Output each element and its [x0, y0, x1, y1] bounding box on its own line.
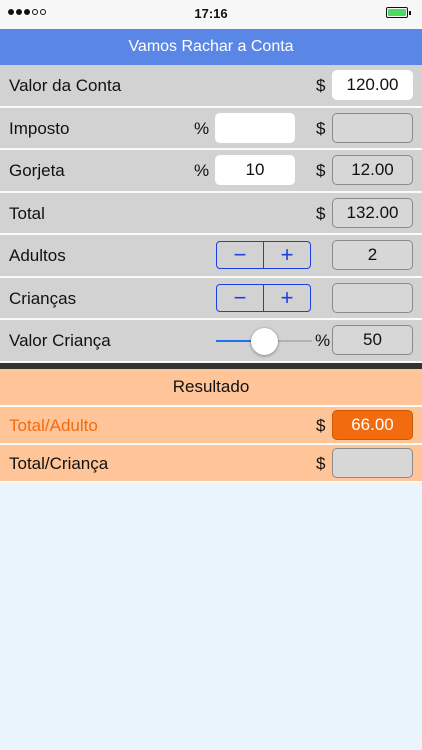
row-imposto: Imposto % $	[0, 107, 422, 150]
row-valor-crianca: Valor Criança % 50	[0, 320, 422, 363]
total-adulto-value-field: 66.00	[332, 409, 413, 440]
adultos-count-field: 2	[332, 240, 413, 270]
currency-symbol: $	[316, 453, 326, 473]
row-valor-conta: Valor da Conta $ 120.00	[0, 65, 422, 108]
criancas-stepper[interactable]: − +	[216, 283, 311, 312]
imposto-value-field	[332, 112, 413, 143]
row-total-crianca: Total/Criança $	[0, 444, 422, 483]
row-adultos: Adultos − + 2	[0, 235, 422, 278]
currency-symbol: $	[316, 203, 326, 223]
gorjeta-label: Gorjeta	[9, 161, 65, 180]
valor-conta-label: Valor da Conta	[9, 76, 122, 95]
criancas-increment-button[interactable]: +	[263, 284, 310, 311]
adultos-increment-button[interactable]: +	[263, 242, 310, 268]
battery-icon	[386, 7, 411, 18]
slider-thumb[interactable]	[250, 328, 278, 355]
row-criancas: Crianças − +	[0, 277, 422, 320]
row-total-adulto: Total/Adulto $ 66.00	[0, 406, 422, 445]
adultos-label: Adultos	[9, 246, 66, 265]
valor-crianca-slider[interactable]	[216, 328, 312, 355]
row-gorjeta: Gorjeta % 10 $ 12.00	[0, 150, 422, 193]
currency-symbol: $	[316, 415, 326, 435]
criancas-label: Crianças	[9, 288, 77, 308]
row-total: Total $ 132.00	[0, 192, 422, 235]
total-label: Total	[9, 203, 45, 223]
currency-symbol: $	[316, 76, 326, 95]
total-crianca-label: Total/Criança	[9, 453, 109, 473]
adultos-decrement-button[interactable]: −	[217, 242, 263, 268]
gorjeta-value-field: 12.00	[332, 155, 413, 185]
percent-symbol: %	[194, 118, 210, 138]
imposto-label: Imposto	[9, 118, 70, 138]
status-bar: 17:16	[0, 0, 422, 29]
valor-crianca-percent-field: 50	[332, 325, 413, 355]
criancas-count-field	[332, 282, 413, 313]
currency-symbol: $	[316, 118, 326, 138]
criancas-decrement-button[interactable]: −	[217, 285, 263, 311]
currency-symbol: $	[316, 161, 326, 180]
status-time: 17:16	[194, 6, 228, 21]
resultado-header: Resultado	[0, 368, 422, 407]
nav-title: Vamos Rachar a Conta	[0, 29, 422, 65]
percent-symbol: %	[315, 331, 331, 350]
imposto-percent-input[interactable]	[215, 112, 295, 143]
adultos-stepper[interactable]: − +	[216, 241, 311, 269]
percent-symbol: %	[194, 161, 210, 180]
total-value-field: 132.00	[332, 197, 413, 228]
total-adulto-label: Total/Adulto	[9, 415, 98, 435]
total-crianca-value-field	[332, 447, 413, 478]
gorjeta-percent-input[interactable]: 10	[215, 155, 295, 185]
valor-crianca-label: Valor Criança	[9, 331, 111, 350]
valor-conta-input[interactable]: 120.00	[332, 70, 413, 100]
